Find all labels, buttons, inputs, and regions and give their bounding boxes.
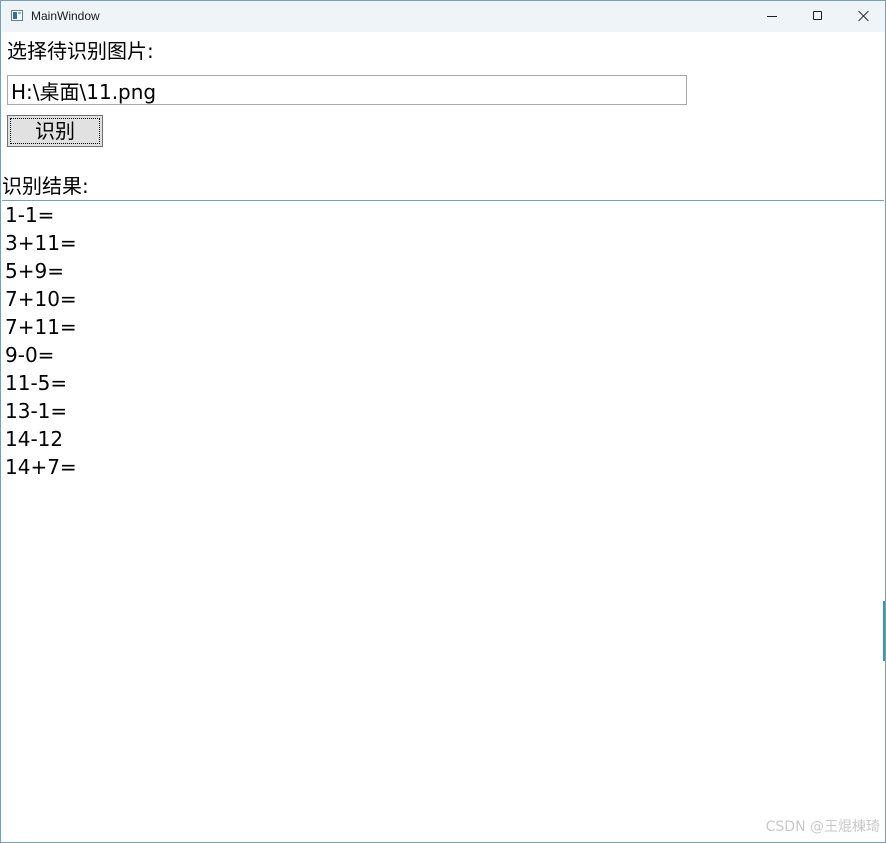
result-line: 7+10=: [5, 287, 77, 311]
select-image-label: 选择待识别图片:: [7, 39, 154, 63]
maximize-icon: [813, 11, 822, 20]
minimize-button[interactable]: [749, 1, 795, 32]
minimize-icon: [767, 16, 777, 17]
result-textbox[interactable]: 1-1= 3+11= 5+9= 7+10= 7+11= 9-0= 11-5= 1…: [2, 200, 884, 841]
image-path-input[interactable]: [7, 75, 687, 105]
result-line: 11-5=: [5, 371, 68, 395]
close-icon: [858, 10, 870, 22]
result-line: 9-0=: [5, 343, 55, 367]
main-window: MainWindow 选择待识别图片: 识别 识别结果: 1-1= 3+11= …: [0, 0, 886, 843]
result-line: 14-12: [5, 427, 64, 451]
result-label: 识别结果:: [2, 174, 89, 198]
result-line: 5+9=: [5, 259, 64, 283]
result-line: 7+11=: [5, 315, 77, 339]
close-button[interactable]: [841, 1, 885, 32]
recognize-button[interactable]: 识别: [7, 115, 103, 147]
app-window-icon: [11, 10, 23, 21]
window-title: MainWindow: [31, 9, 100, 23]
window-edge-accent: [883, 601, 885, 661]
result-line: 14+7=: [5, 455, 77, 479]
maximize-button[interactable]: [795, 1, 841, 32]
result-line: 13-1=: [5, 399, 68, 423]
result-line: 3+11=: [5, 231, 77, 255]
csdn-watermark: CSDN @王焜棟琦: [765, 819, 880, 835]
title-bar[interactable]: MainWindow: [1, 1, 885, 32]
result-line: 1-1=: [5, 203, 55, 227]
recognize-button-label: 识别: [35, 119, 75, 143]
